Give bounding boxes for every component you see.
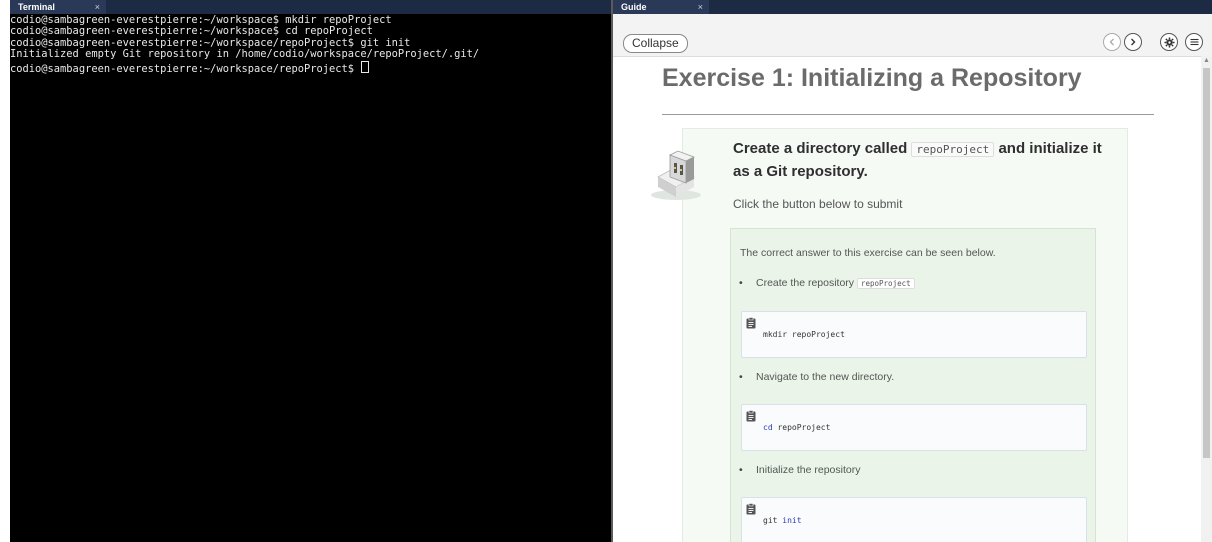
question-inline-code: repoProject [911, 142, 995, 157]
question-text-before: Create a directory called [733, 140, 912, 157]
exercise-question: Create a directory called repoProject an… [733, 138, 1103, 183]
code-rest: git [763, 516, 783, 525]
collapse-button[interactable]: Collapse [623, 34, 688, 53]
code-text: cd repoProject [763, 423, 830, 432]
code-rest: repoProject [772, 423, 831, 432]
terminal-output[interactable]: codio@sambagreen-everestpierre:~/workspa… [10, 14, 611, 75]
clipboard-icon[interactable] [746, 503, 756, 515]
step-text: Create the repository [756, 277, 857, 289]
code-block: mkdir repoProject [741, 311, 1087, 358]
clipboard-icon[interactable] [746, 317, 756, 329]
chevron-right-icon[interactable] [1124, 33, 1142, 51]
guide-tabbar: Guide × [613, 0, 1212, 14]
chevron-left-icon[interactable] [1103, 33, 1121, 51]
submit-hint: Click the button below to submit [733, 197, 903, 211]
list-item: Navigate to the new directory. [739, 371, 895, 383]
gear-icon[interactable] [1160, 33, 1178, 51]
list-item: Create the repository repoProject [739, 277, 915, 289]
title-divider [662, 114, 1154, 115]
list-item: Initialize the repository [739, 464, 861, 476]
terminal-prompt: codio@sambagreen-everestpierre:~/workspa… [10, 62, 361, 75]
tab-guide[interactable]: Guide × [613, 0, 709, 14]
step-inline-code: repoProject [856, 278, 915, 289]
code-block: git init [741, 497, 1087, 542]
code-keyword: init [782, 516, 802, 525]
step-text: Initialize the repository [756, 464, 861, 476]
clipboard-icon[interactable] [746, 410, 756, 422]
app-root: Terminal × codio@sambagreen-everestpierr… [0, 0, 1212, 542]
tab-terminal[interactable]: Terminal × [10, 0, 106, 14]
code-text: mkdir repoProject [763, 330, 845, 339]
terminal-line: Initialized empty Git repository in /hom… [10, 48, 480, 61]
guide-toolbar [613, 14, 1212, 57]
close-icon[interactable]: × [698, 0, 703, 14]
page-title: Exercise 1: Initializing a Repository [662, 64, 1082, 92]
code-block: cd repoProject [741, 404, 1087, 451]
menu-list-icon[interactable] [1185, 33, 1203, 51]
scroll-thumb[interactable] [1203, 68, 1210, 458]
challenge-icon [648, 147, 704, 203]
tab-terminal-label: Terminal [18, 2, 55, 12]
answer-panel [730, 228, 1096, 542]
terminal-prompt-line: codio@sambagreen-everestpierre:~/workspa… [10, 60, 611, 75]
code-text: git init [763, 516, 802, 525]
terminal-cursor [361, 60, 370, 73]
scroll-up-arrow-icon[interactable]: ▲ [1201, 56, 1212, 66]
tab-guide-label: Guide [621, 2, 647, 12]
code-keyword: cd [763, 423, 773, 432]
left-gutter [0, 0, 10, 542]
code-rest: mkdir repoProject [763, 330, 845, 339]
terminal-pane[interactable]: Terminal × codio@sambagreen-everestpierr… [10, 0, 611, 542]
terminal-tabbar: Terminal × [10, 0, 611, 14]
answer-intro: The correct answer to this exercise can … [740, 247, 996, 259]
guide-scrollbar[interactable]: ▲ [1201, 56, 1212, 542]
close-icon[interactable]: × [95, 0, 100, 14]
step-text: Navigate to the new directory. [756, 371, 895, 383]
guide-pane: Guide × Collapse ▲ Exercise 1: Initializ… [613, 0, 1212, 542]
